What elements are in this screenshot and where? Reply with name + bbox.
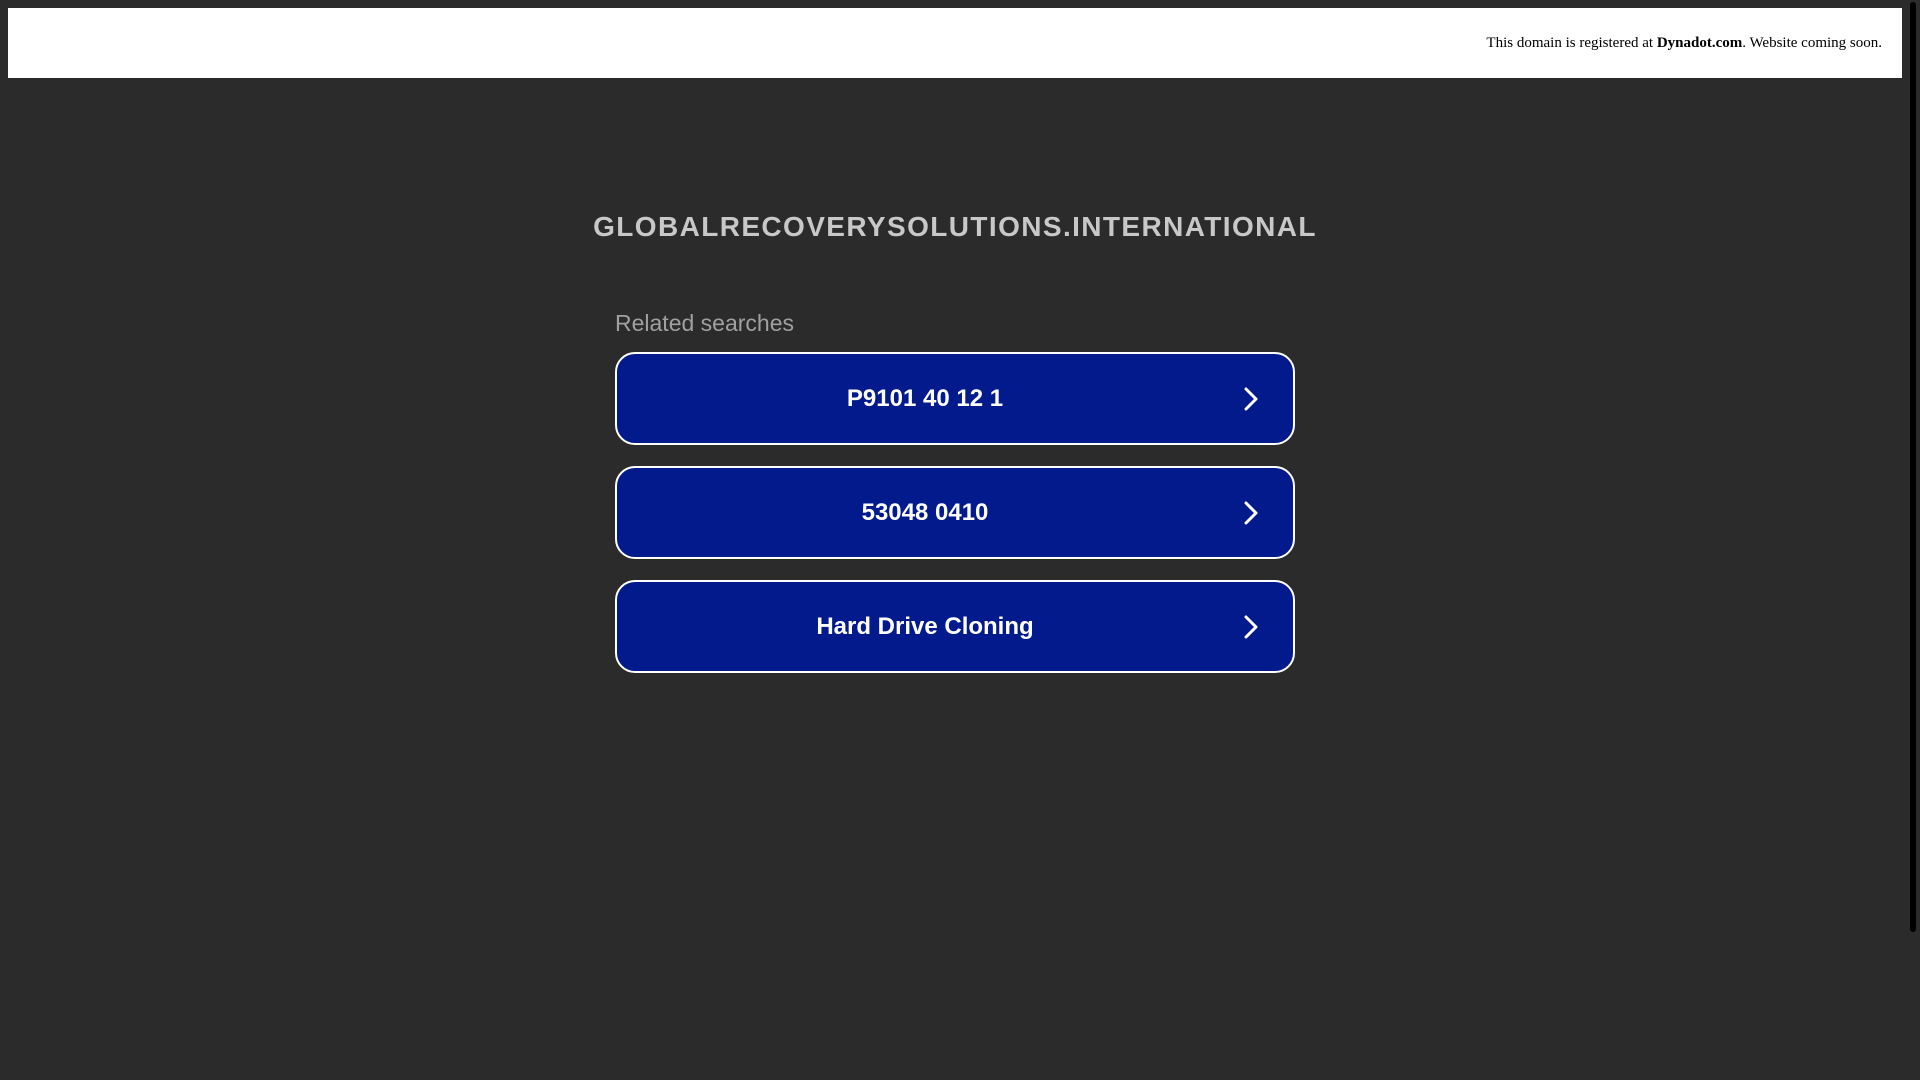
chevron-right-icon [1244,615,1258,639]
registration-banner: This domain is registered at Dynadot.com… [8,8,1902,78]
chevron-right-icon [1244,387,1258,411]
scrollbar-thumb[interactable] [1910,2,1916,932]
vertical-scrollbar[interactable] [1902,0,1920,1080]
chevron-right-icon [1244,501,1258,525]
related-link-label: P9101 40 12 1 [846,385,1004,412]
related-link-button[interactable]: Hard Drive Cloning [615,580,1295,673]
registrar-link[interactable]: Dynadot.com [1657,35,1742,51]
domain-title: GLOBALRECOVERYSOLUTIONS.INTERNATIONAL [593,211,1317,242]
related-links-list: P9101 40 12 1 53048 0410 Hard Drive Clon… [615,352,1295,694]
related-link-button[interactable]: P9101 40 12 1 [615,352,1295,445]
banner-prefix: This domain is registered at [1486,35,1657,51]
banner-text: This domain is registered at Dynadot.com… [1486,8,1882,78]
banner-suffix: . Website coming soon. [1742,35,1882,51]
related-link-button[interactable]: 53048 0410 [615,466,1295,559]
related-link-label: Hard Drive Cloning [816,613,1034,640]
related-searches-heading: Related searches [615,310,794,336]
related-link-label: 53048 0410 [861,499,989,526]
